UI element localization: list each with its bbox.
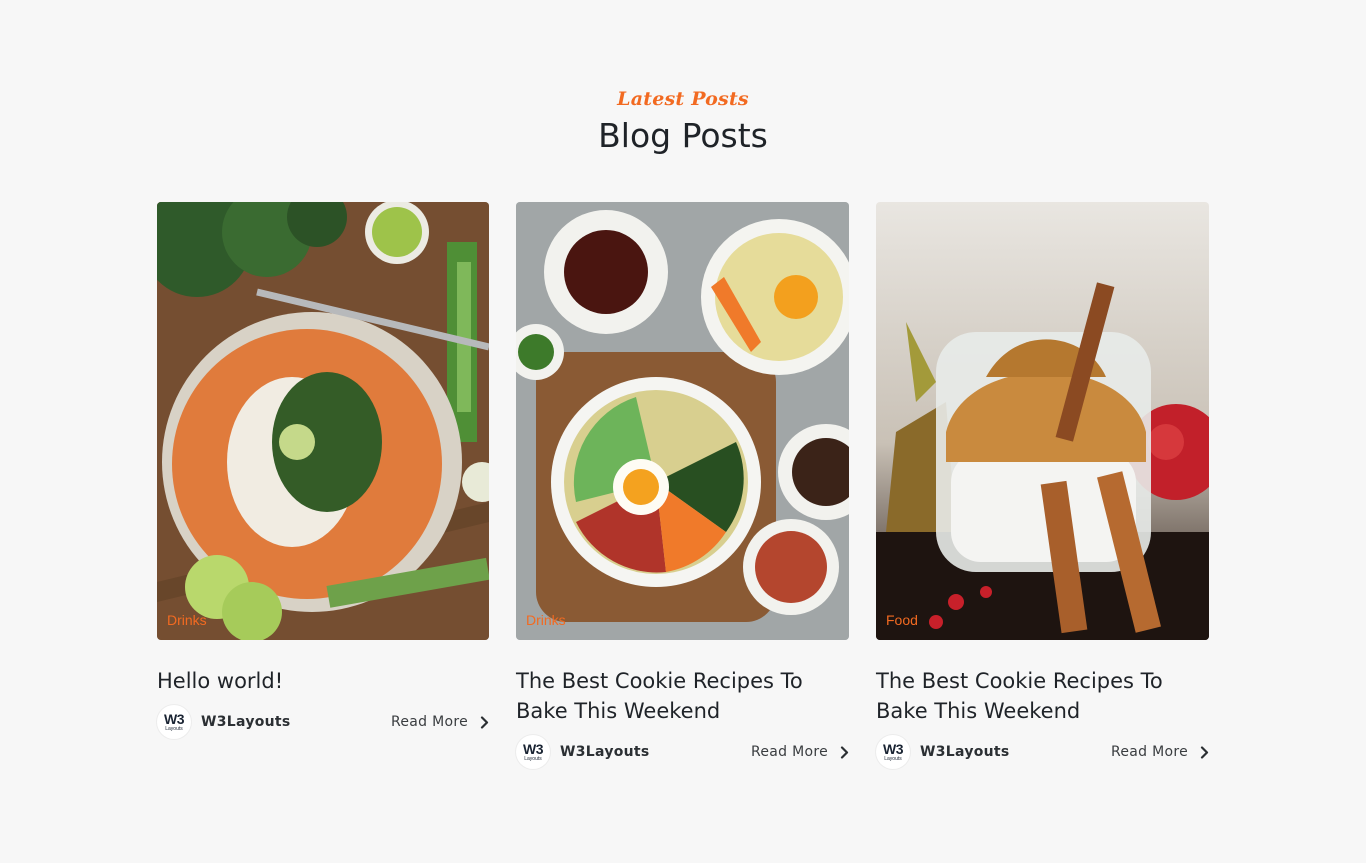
avatar: W3 Layouts xyxy=(516,735,550,769)
chevron-right-icon xyxy=(840,745,849,759)
blog-card: Food The Best Cookie Recipes To Bake Thi… xyxy=(876,202,1209,770)
post-title[interactable]: The Best Cookie Recipes To Bake This Wee… xyxy=(876,666,1209,726)
avatar-logo-main: W3 xyxy=(523,741,544,757)
post-author[interactable]: W3 Layouts W3Layouts xyxy=(157,705,291,739)
avatar-logo-sub: Layouts xyxy=(165,726,183,732)
dalgona-coffee-photo xyxy=(876,202,1209,640)
blog-section: Latest Posts Blog Posts Drinks Hello wor… xyxy=(0,0,1366,863)
post-image-bibimbap[interactable]: Drinks xyxy=(516,202,849,640)
author-name[interactable]: W3Layouts xyxy=(201,714,291,730)
section-kicker: Latest Posts xyxy=(617,88,749,110)
avatar: W3 Layouts xyxy=(157,705,191,739)
post-meta: W3 Layouts W3Layouts Read More xyxy=(157,704,489,740)
post-category-tag[interactable]: Food xyxy=(886,612,918,628)
avatar-logo-sub: Layouts xyxy=(524,756,542,762)
post-category-tag[interactable]: Drinks xyxy=(526,612,566,628)
read-more-label: Read More xyxy=(390,714,468,730)
post-category-tag[interactable]: Drinks xyxy=(167,612,207,628)
avatar-logo-main: W3 xyxy=(164,711,185,727)
read-more-label: Read More xyxy=(750,744,828,760)
blog-card: Drinks Hello world! W3 Layouts W3Layouts… xyxy=(157,202,489,740)
section-title: Blog Posts xyxy=(598,116,768,155)
curry-bowl-photo xyxy=(157,202,489,640)
blog-card: Drinks The Best Cookie Recipes To Bake T… xyxy=(516,202,849,770)
chevron-right-icon xyxy=(480,715,489,729)
post-author[interactable]: W3 Layouts W3Layouts xyxy=(876,735,1010,769)
post-title[interactable]: Hello world! xyxy=(157,666,489,696)
read-more-link[interactable]: Read More xyxy=(391,714,489,730)
bibimbap-photo xyxy=(516,202,849,640)
avatar: W3 Layouts xyxy=(876,735,910,769)
post-image-dalgona[interactable]: Food xyxy=(876,202,1209,640)
read-more-link[interactable]: Read More xyxy=(1111,744,1209,760)
post-image-curry[interactable]: Drinks xyxy=(157,202,489,640)
post-meta: W3 Layouts W3Layouts Read More xyxy=(876,734,1209,770)
read-more-label: Read More xyxy=(1110,744,1188,760)
post-author[interactable]: W3 Layouts W3Layouts xyxy=(516,735,650,769)
author-name[interactable]: W3Layouts xyxy=(560,744,650,760)
post-title[interactable]: The Best Cookie Recipes To Bake This Wee… xyxy=(516,666,849,726)
avatar-logo-sub: Layouts xyxy=(884,756,902,762)
chevron-right-icon xyxy=(1200,745,1209,759)
avatar-logo-main: W3 xyxy=(883,741,904,757)
post-meta: W3 Layouts W3Layouts Read More xyxy=(516,734,849,770)
read-more-link[interactable]: Read More xyxy=(751,744,849,760)
author-name[interactable]: W3Layouts xyxy=(920,744,1010,760)
